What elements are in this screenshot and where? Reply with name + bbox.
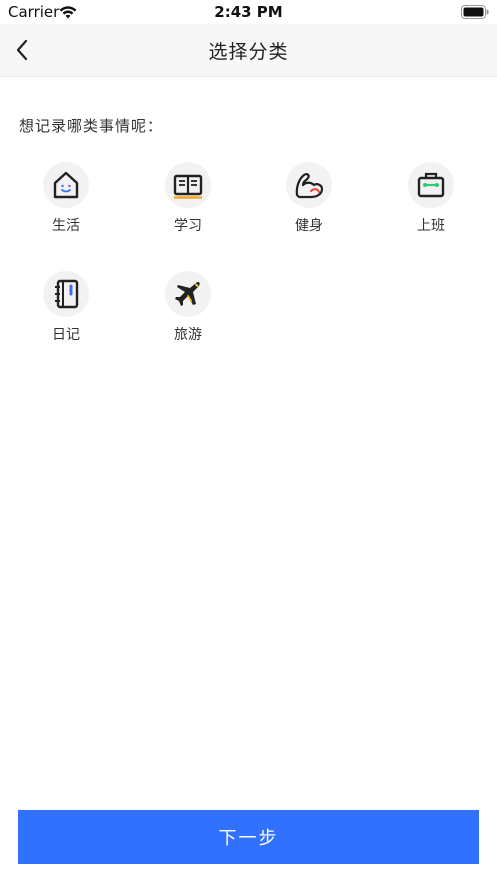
category-label: 旅游: [174, 327, 202, 343]
book-icon: [173, 174, 203, 199]
category-icon-circle: [408, 162, 454, 208]
page-title: 选择分类: [208, 41, 289, 63]
category-icon-circle: [43, 162, 89, 208]
briefcase-icon: [417, 172, 445, 198]
next-step-button[interactable]: 下一步: [18, 810, 479, 864]
category-item-study[interactable]: 学习: [148, 160, 228, 248]
category-icon-circle: [165, 162, 211, 208]
category-icon-circle: [286, 162, 332, 208]
battery-icon: [461, 5, 489, 19]
category-icon-circle: [165, 271, 211, 317]
category-item-life[interactable]: 生活: [26, 160, 106, 248]
category-label: 健身: [295, 218, 323, 234]
status-time: 2:43 PM: [214, 3, 283, 21]
category-item-work[interactable]: 上班: [391, 160, 471, 248]
airplane-icon: [175, 282, 200, 306]
category-item-travel[interactable]: 旅游: [148, 269, 228, 357]
home-icon: [53, 171, 79, 199]
muscle-arm-icon: [295, 173, 324, 199]
notebook-icon: [55, 279, 79, 309]
category-prompt: 想记录哪类事情呢：: [19, 117, 164, 135]
category-item-fitness[interactable]: 健身: [269, 160, 349, 248]
category-label: 学习: [174, 218, 202, 234]
status-bar: Carrier 2:43 PM: [0, 0, 497, 24]
nav-bar: 选择分类: [0, 24, 497, 77]
category-item-diary[interactable]: 日记: [26, 269, 106, 357]
category-label: 上班: [417, 218, 445, 234]
category-label: 生活: [52, 218, 80, 234]
category-icon-circle: [43, 271, 89, 317]
category-label: 日记: [52, 327, 80, 343]
